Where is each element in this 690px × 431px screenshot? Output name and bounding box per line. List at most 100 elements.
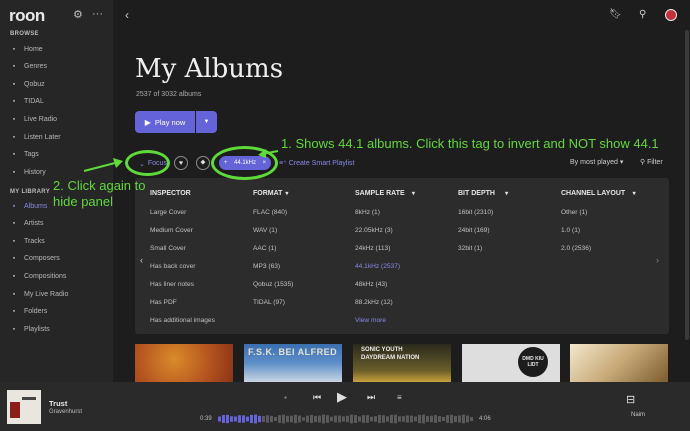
radio-dot-icon[interactable]: ●: [284, 395, 287, 401]
next-track-icon[interactable]: ⏭: [367, 392, 375, 403]
waveform-bar: [274, 416, 277, 422]
zone-device-icon[interactable]: ⊟: [626, 393, 635, 406]
column-header[interactable]: CHANNEL LAYOUT: [561, 190, 625, 197]
tag-filter-button[interactable]: ⬥: [196, 156, 210, 170]
sidebar-item-genres[interactable]: ▪ Genres: [10, 61, 47, 73]
now-playing-art[interactable]: [7, 390, 41, 424]
focus-option[interactable]: Has PDF: [150, 299, 177, 306]
avatar[interactable]: [665, 9, 677, 21]
sidebar-item-artists[interactable]: ▪ Artists: [10, 218, 44, 230]
album-cover[interactable]: F.S.K. BEI ALFRED: [244, 344, 342, 382]
album-cover[interactable]: SONIC YOUTH DAYDREAM NATION: [353, 344, 451, 382]
focus-option[interactable]: TIDAL (97): [253, 299, 285, 306]
more-dots-icon[interactable]: ···: [92, 8, 103, 20]
waveform-bar: [234, 416, 237, 422]
focus-option[interactable]: Medium Cover: [150, 227, 193, 234]
waveform-bar: [298, 415, 301, 423]
progress-waveform[interactable]: [218, 414, 474, 424]
queue-icon[interactable]: ≡: [397, 393, 402, 402]
sidebar-item-qobuz[interactable]: ▪ Qobuz: [10, 78, 45, 90]
sidebar-item-my-live-radio[interactable]: ▪ My Live Radio: [10, 288, 69, 300]
track-artist[interactable]: Gravenhurst: [49, 409, 82, 415]
sidebar-item-label: My Live Radio: [24, 290, 69, 298]
focus-option[interactable]: AAC (1): [253, 245, 276, 252]
focus-option[interactable]: 16bit (2310): [458, 209, 493, 216]
sidebar-item-playlists[interactable]: ▪ Playlists: [10, 323, 50, 335]
create-smart-playlist-link[interactable]: ≡⁺ Create Smart Playlist: [279, 159, 354, 167]
focus-option[interactable]: Has back cover: [150, 263, 195, 270]
focus-option[interactable]: MP3 (63): [253, 263, 280, 270]
search-icon[interactable]: ⚲: [639, 9, 646, 20]
column-header[interactable]: FORMAT: [253, 190, 282, 197]
bookmark-icon[interactable]: 🔖︎: [609, 9, 622, 20]
focus-option[interactable]: 8kHz (1): [355, 209, 380, 216]
focus-option[interactable]: 24bit (169): [458, 227, 490, 234]
caret-down-icon[interactable]: ▾: [285, 190, 288, 197]
focus-option[interactable]: Qobuz (1535): [253, 281, 293, 288]
zone-name[interactable]: Naim: [631, 412, 645, 418]
waveform-bar: [370, 416, 373, 422]
waveform-bar: [334, 415, 337, 423]
album-cover-text: F.S.K. BEI ALFRED: [248, 347, 338, 357]
view-more-link[interactable]: View more: [355, 317, 386, 324]
sidebar-item-tags[interactable]: ▪ Tags: [10, 149, 39, 161]
caret-down-icon[interactable]: ▾: [633, 190, 636, 197]
settings-gear-icon[interactable]: ⚙: [73, 8, 83, 21]
sidebar-item-history[interactable]: ▪ History: [10, 166, 46, 178]
focus-option[interactable]: Small Cover: [150, 245, 186, 252]
sidebar-item-albums[interactable]: ▪ Albums: [10, 200, 48, 212]
scrollbar[interactable]: [685, 30, 689, 340]
column-header[interactable]: BIT DEPTH: [458, 190, 495, 197]
album-cover[interactable]: [570, 344, 668, 382]
waveform-bar: [358, 416, 361, 422]
focus-option[interactable]: 32bit (1): [458, 245, 482, 252]
focus-option[interactable]: 88.2kHz (12): [355, 299, 393, 306]
sidebar-item-tidal[interactable]: ▪ TIDAL: [10, 96, 44, 108]
focus-option[interactable]: Other (1): [561, 209, 587, 216]
focus-option[interactable]: 1.0 (1): [561, 227, 580, 234]
focus-option[interactable]: Has additional images: [150, 317, 215, 324]
chevron-down-icon: ▼: [203, 119, 210, 125]
roon-logo[interactable]: roon: [9, 6, 45, 26]
sidebar-item-composers[interactable]: ▪ Composers: [10, 253, 60, 265]
sort-dropdown[interactable]: By most played ▾: [570, 158, 623, 166]
favorite-filter-button[interactable]: ♥: [174, 156, 188, 170]
panel-next-arrow-icon[interactable]: ›: [656, 255, 659, 265]
sidebar-item-live-radio[interactable]: ▪ Live Radio: [10, 113, 57, 125]
back-chevron-icon[interactable]: ‹: [125, 8, 129, 22]
album-cover[interactable]: DMD KIU LIDT: [462, 344, 560, 382]
column-header[interactable]: INSPECTOR: [150, 190, 191, 197]
focus-option[interactable]: FLAC (840): [253, 209, 287, 216]
waveform-bar: [306, 415, 309, 423]
sidebar-item-tracks[interactable]: ▪ Tracks: [10, 235, 45, 247]
play-icon: ▶: [144, 117, 151, 127]
play-now-button[interactable]: ▶ Play now: [135, 111, 195, 133]
sidebar-item-compositions[interactable]: ▪ Compositions: [10, 270, 67, 282]
play-icon[interactable]: ▶: [337, 389, 347, 405]
sidebar-item-folders[interactable]: ▪ Folders: [10, 306, 48, 318]
waveform-bar: [338, 415, 341, 423]
focus-option[interactable]: 44.1kHz (2537): [355, 263, 400, 270]
focus-option[interactable]: 48kHz (43): [355, 281, 387, 288]
play-options-dropdown[interactable]: ▼: [196, 111, 217, 133]
sidebar-item-home[interactable]: ▪ Home: [10, 43, 43, 55]
panel-prev-arrow-icon[interactable]: ‹: [140, 255, 143, 265]
browse-section-title: BROWSE: [10, 31, 39, 37]
previous-track-icon[interactable]: ⏮: [313, 392, 321, 403]
caret-down-icon[interactable]: ▾: [412, 190, 415, 197]
focus-option[interactable]: Large Cover: [150, 209, 186, 216]
tidal-icon: ▪: [12, 98, 16, 106]
focus-option[interactable]: 2.0 (2536): [561, 245, 591, 252]
waveform-bar: [262, 415, 265, 423]
focus-option[interactable]: WAV (1): [253, 227, 277, 234]
focus-option[interactable]: Has liner notes: [150, 281, 194, 288]
sidebar-item-label: Playlists: [24, 325, 50, 333]
track-title[interactable]: Trust: [49, 399, 67, 408]
sidebar-item-listen-later[interactable]: ▪ Listen Later: [10, 131, 61, 143]
album-cover[interactable]: [135, 344, 233, 382]
focus-option[interactable]: 24kHz (113): [355, 245, 390, 252]
filter-button[interactable]: ⚲ Filter: [640, 158, 663, 166]
caret-down-icon[interactable]: ▾: [505, 190, 508, 197]
column-header[interactable]: SAMPLE RATE: [355, 190, 405, 197]
focus-option[interactable]: 22.05kHz (3): [355, 227, 393, 234]
